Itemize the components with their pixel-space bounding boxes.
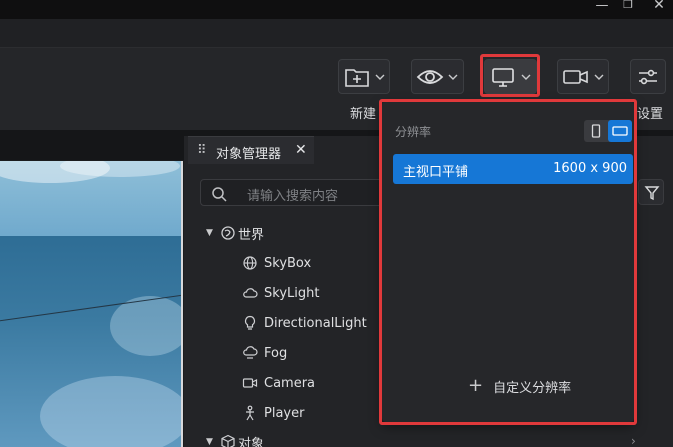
tree-label: Fog: [264, 345, 288, 361]
tree-node-skylight[interactable]: SkyLight: [242, 282, 319, 304]
filter-button[interactable]: [638, 179, 664, 205]
caret-down-icon[interactable]: ▼: [206, 228, 216, 238]
tree-label: SkyBox: [264, 255, 312, 271]
editor-window: — ❐ ✕ 新建 设置 ⠿ 对象管理器 ✕ 请输入搜索内容 ▼ 世界 SkyBo…: [0, 0, 673, 447]
search-icon: [212, 187, 227, 202]
camera-icon: [242, 375, 260, 391]
tab-object-manager[interactable]: ⠿ 对象管理器 ✕: [188, 136, 314, 164]
chevron-down-icon: [375, 74, 385, 80]
tab-title: 对象管理器: [216, 147, 282, 162]
tree-label: 对象: [238, 436, 265, 447]
tab-close-icon[interactable]: ✕: [295, 142, 307, 158]
tree-label: Player: [264, 405, 305, 421]
tree-label: DirectionalLight: [264, 315, 367, 331]
sliders-icon: [639, 69, 657, 85]
tree-label: Camera: [264, 375, 316, 391]
new-label: 新建: [350, 107, 377, 122]
cloud-icon: [242, 285, 260, 301]
globe-icon: [242, 255, 260, 271]
viewport-border: [181, 161, 183, 447]
search-input[interactable]: 请输入搜索内容: [200, 179, 390, 206]
scene-viewport[interactable]: [0, 161, 183, 447]
tree-node-skybox[interactable]: SkyBox: [242, 252, 311, 274]
close-icon[interactable]: ✕: [644, 0, 673, 19]
popup-highlight: [379, 99, 637, 425]
tree-node-world[interactable]: ▼ 世界: [206, 222, 264, 244]
folder-plus-icon: [345, 69, 369, 87]
settings-label: 设置: [637, 107, 664, 122]
tree-node-player[interactable]: Player: [242, 402, 304, 424]
cube-icon: [216, 434, 235, 447]
title-bar: — ❐ ✕: [0, 0, 673, 19]
tree-node-objects[interactable]: ▼ 对象: [206, 431, 264, 447]
display-button-highlight: [480, 54, 540, 97]
viewport-sky: [0, 161, 183, 241]
chevron-down-icon: [448, 74, 458, 80]
world-icon: [216, 225, 235, 241]
menu-bar: [0, 19, 673, 48]
video-camera-icon: [563, 70, 588, 84]
tree-node-camera[interactable]: Camera: [242, 372, 315, 394]
new-button[interactable]: [338, 59, 390, 94]
bulb-icon: [242, 315, 260, 331]
filter-icon: [644, 186, 660, 201]
chevron-right-icon[interactable]: ›: [631, 434, 636, 447]
tree-label: 世界: [238, 227, 265, 243]
tree-label: SkyLight: [264, 285, 320, 301]
fog-icon: [242, 345, 260, 361]
restore-icon[interactable]: ❐: [613, 0, 643, 19]
view-button[interactable]: [411, 59, 464, 94]
caret-down-icon[interactable]: ▼: [206, 437, 216, 447]
settings-button[interactable]: [630, 59, 666, 94]
player-icon: [242, 405, 260, 421]
camera-button[interactable]: [557, 59, 609, 94]
search-placeholder: 请输入搜索内容: [247, 189, 339, 204]
drag-handle-icon[interactable]: ⠿: [197, 143, 206, 158]
chevron-down-icon: [594, 74, 604, 80]
eye-icon: [416, 70, 444, 84]
tree-node-directionallight[interactable]: DirectionalLight: [242, 312, 367, 334]
tree-node-fog[interactable]: Fog: [242, 342, 287, 364]
viewport-sea: [0, 236, 183, 447]
